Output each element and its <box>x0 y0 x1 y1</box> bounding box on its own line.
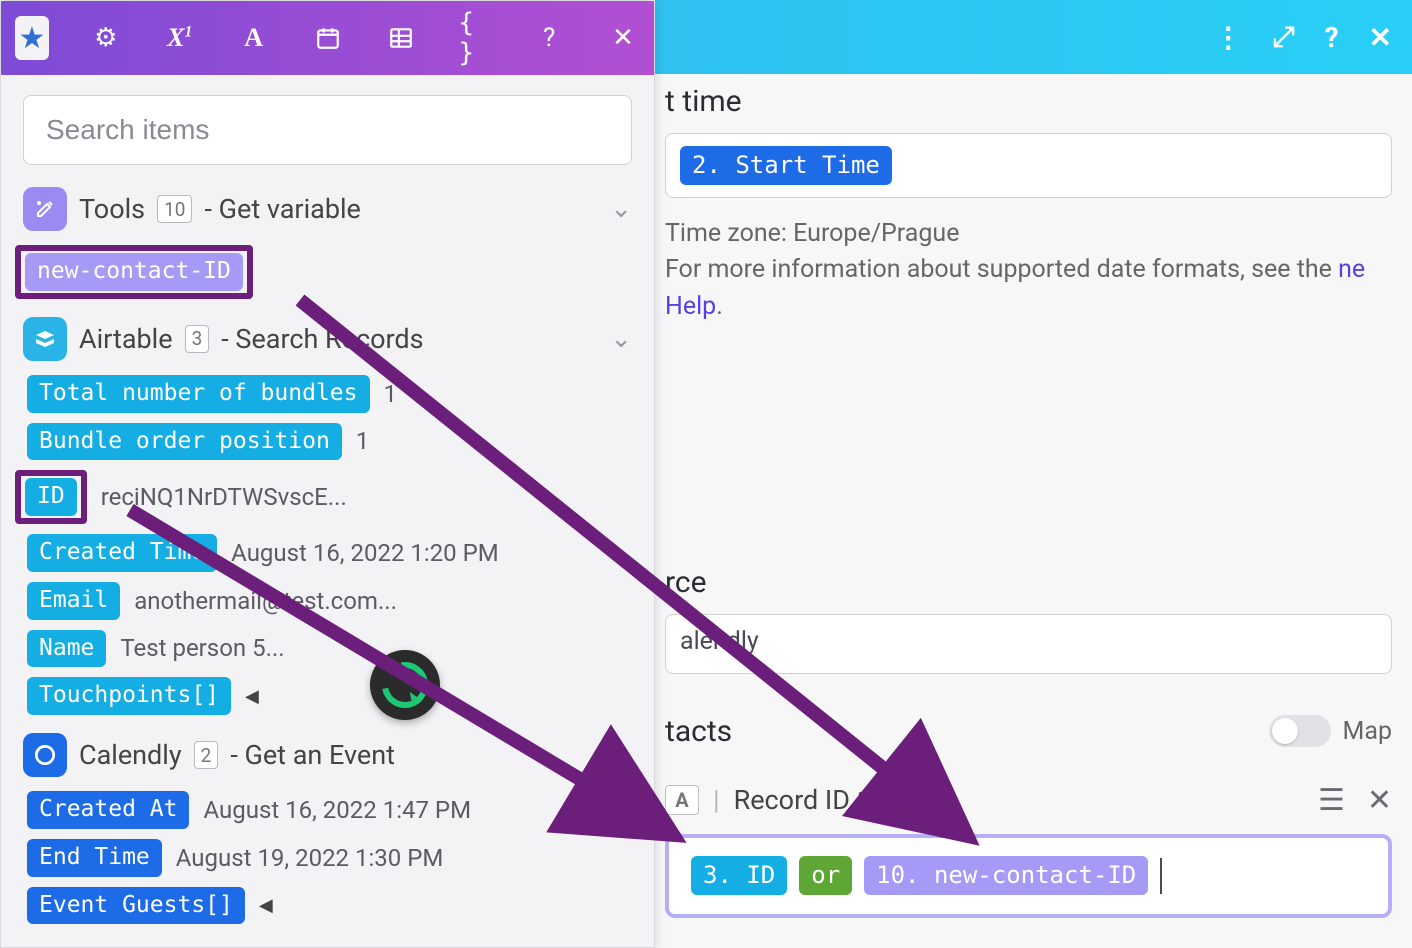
group-calendly-suffix: - Get an Event <box>230 739 395 771</box>
tab-table-icon[interactable] <box>384 16 418 60</box>
val-name: Test person 5... <box>120 634 284 662</box>
airtable-icon <box>23 317 67 361</box>
chevron-down-icon: ⌄ <box>610 740 632 770</box>
chevron-down-icon: ⌄ <box>610 324 632 354</box>
val-created-at: August 16, 2022 1:47 PM <box>203 796 471 824</box>
group-airtable-name: Airtable <box>79 323 173 355</box>
field-label-source: rce <box>665 565 1392 600</box>
pill-total-bundles[interactable]: Total number of bundles <box>27 375 370 413</box>
tab-favorites[interactable]: ★ <box>15 16 49 60</box>
highlighted-pill-box-id: ID <box>15 470 87 524</box>
collapse-left-icon[interactable]: ◀ <box>259 895 273 916</box>
record-title: Record ID 1 <box>734 784 872 816</box>
group-tools: Tools 10 - Get variable ⌄ new-contact-ID <box>23 187 632 299</box>
val-end-time: August 19, 2022 1:30 PM <box>176 844 444 872</box>
field-label-contacts: tacts <box>665 714 732 749</box>
pill-start-time[interactable]: 2. Start Time <box>680 146 892 185</box>
group-airtable: Airtable 3 - Search Records ⌄ Total numb… <box>23 317 632 715</box>
chevron-down-icon: ⌄ <box>610 194 632 224</box>
group-tools-badge: 10 <box>157 195 192 223</box>
pill-created-at[interactable]: Created At <box>27 791 189 829</box>
group-calendly: Calendly 2 - Get an Event ⌄ Created At Au… <box>23 733 632 924</box>
grammarly-icon[interactable] <box>370 650 440 720</box>
group-tools-head[interactable]: Tools 10 - Get variable ⌄ <box>23 187 632 231</box>
val-id: reciNQ1NrDTWSvscE... <box>101 483 347 511</box>
pill-end-time[interactable]: End Time <box>27 839 162 877</box>
pill-touchpoints[interactable]: Touchpoints[] <box>27 677 231 715</box>
expand-icon[interactable]: ⤢ <box>1272 20 1294 54</box>
group-airtable-head[interactable]: Airtable 3 - Search Records ⌄ <box>23 317 632 361</box>
map-label: Map <box>1343 717 1392 746</box>
text-cursor <box>1160 858 1162 894</box>
form-area: t time 2. Start Time Time zone: Europe/P… <box>655 74 1412 918</box>
tab-help-icon[interactable]: ? <box>532 16 566 60</box>
mapper-body: Tools 10 - Get variable ⌄ new-contact-ID… <box>1 75 654 947</box>
group-calendly-name: Calendly <box>79 739 182 771</box>
val-created-time: August 16, 2022 1:20 PM <box>231 539 499 567</box>
group-calendly-head[interactable]: Calendly 2 - Get an Event ⌄ <box>23 733 632 777</box>
hint-info: For more information about supported dat… <box>665 252 1392 325</box>
field-start-time[interactable]: 2. Start Time <box>665 133 1392 198</box>
pill-10-new-contact-id[interactable]: 10. new-contact-ID <box>864 856 1148 895</box>
pill-email[interactable]: Email <box>27 582 120 620</box>
menu-icon[interactable]: ☰ <box>1318 783 1345 818</box>
search-input[interactable] <box>23 95 632 165</box>
tab-text[interactable]: A <box>237 16 271 60</box>
pill-id[interactable]: ID <box>25 478 77 516</box>
field-label-time: t time <box>665 84 1392 119</box>
val-total-bundles: 1 <box>384 380 398 408</box>
pill-name[interactable]: Name <box>27 630 106 668</box>
field-source-value: alendly <box>680 627 759 656</box>
highlighted-pill-box: new-contact-ID <box>15 245 253 299</box>
pill-or[interactable]: or <box>799 856 852 895</box>
pill-created-time[interactable]: Created Time <box>27 534 217 572</box>
kebab-menu-icon[interactable]: ⋮ <box>1214 21 1242 54</box>
group-airtable-badge: 3 <box>185 325 210 353</box>
help-icon[interactable]: ? <box>1325 21 1339 54</box>
pill-new-contact-id[interactable]: new-contact-ID <box>25 253 243 291</box>
remove-icon[interactable]: ✕ <box>1367 783 1392 818</box>
mapper-tabbar: ★ ⚙ X1 A { } ? ✕ <box>1 1 654 75</box>
val-email: anothermail@test.com... <box>134 587 397 615</box>
group-airtable-suffix: - Search Records <box>221 323 423 355</box>
map-toggle[interactable] <box>1269 715 1331 747</box>
close-icon[interactable]: ✕ <box>1369 21 1392 54</box>
group-tools-name: Tools <box>79 193 145 225</box>
text-type-icon: A <box>665 785 699 815</box>
pill-event-guests[interactable]: Event Guests[] <box>27 887 245 925</box>
tab-settings-icon[interactable]: ⚙ <box>89 16 123 60</box>
record-id-input[interactable]: 3. ID or 10. new-contact-ID <box>665 834 1392 918</box>
pill-3-id[interactable]: 3. ID <box>691 856 787 895</box>
collapse-left-icon[interactable]: ◀ <box>245 686 259 707</box>
tab-math[interactable]: X1 <box>163 16 197 60</box>
group-tools-suffix: - Get variable <box>204 193 360 225</box>
hint-info-prefix: For more information about supported dat… <box>665 255 1338 284</box>
record-head: A | Record ID 1 ☰ ✕ <box>665 783 1392 818</box>
mapper-panel: ★ ⚙ X1 A { } ? ✕ Tools 10 - Get variable… <box>0 0 655 948</box>
tools-icon <box>23 187 67 231</box>
tab-braces-icon[interactable]: { } <box>458 16 492 60</box>
field-source[interactable]: alendly <box>665 614 1392 674</box>
calendly-icon <box>23 733 67 777</box>
hint-timezone: Time zone: Europe/Prague <box>665 216 1392 252</box>
module-header-bar: ⋮ ⤢ ? ✕ <box>655 0 1412 74</box>
tab-date-icon[interactable] <box>311 16 345 60</box>
pill-bundle-order[interactable]: Bundle order position <box>27 423 342 461</box>
val-bundle-order: 1 <box>356 427 370 455</box>
tab-close-icon[interactable]: ✕ <box>606 16 640 60</box>
group-calendly-badge: 2 <box>194 741 219 769</box>
